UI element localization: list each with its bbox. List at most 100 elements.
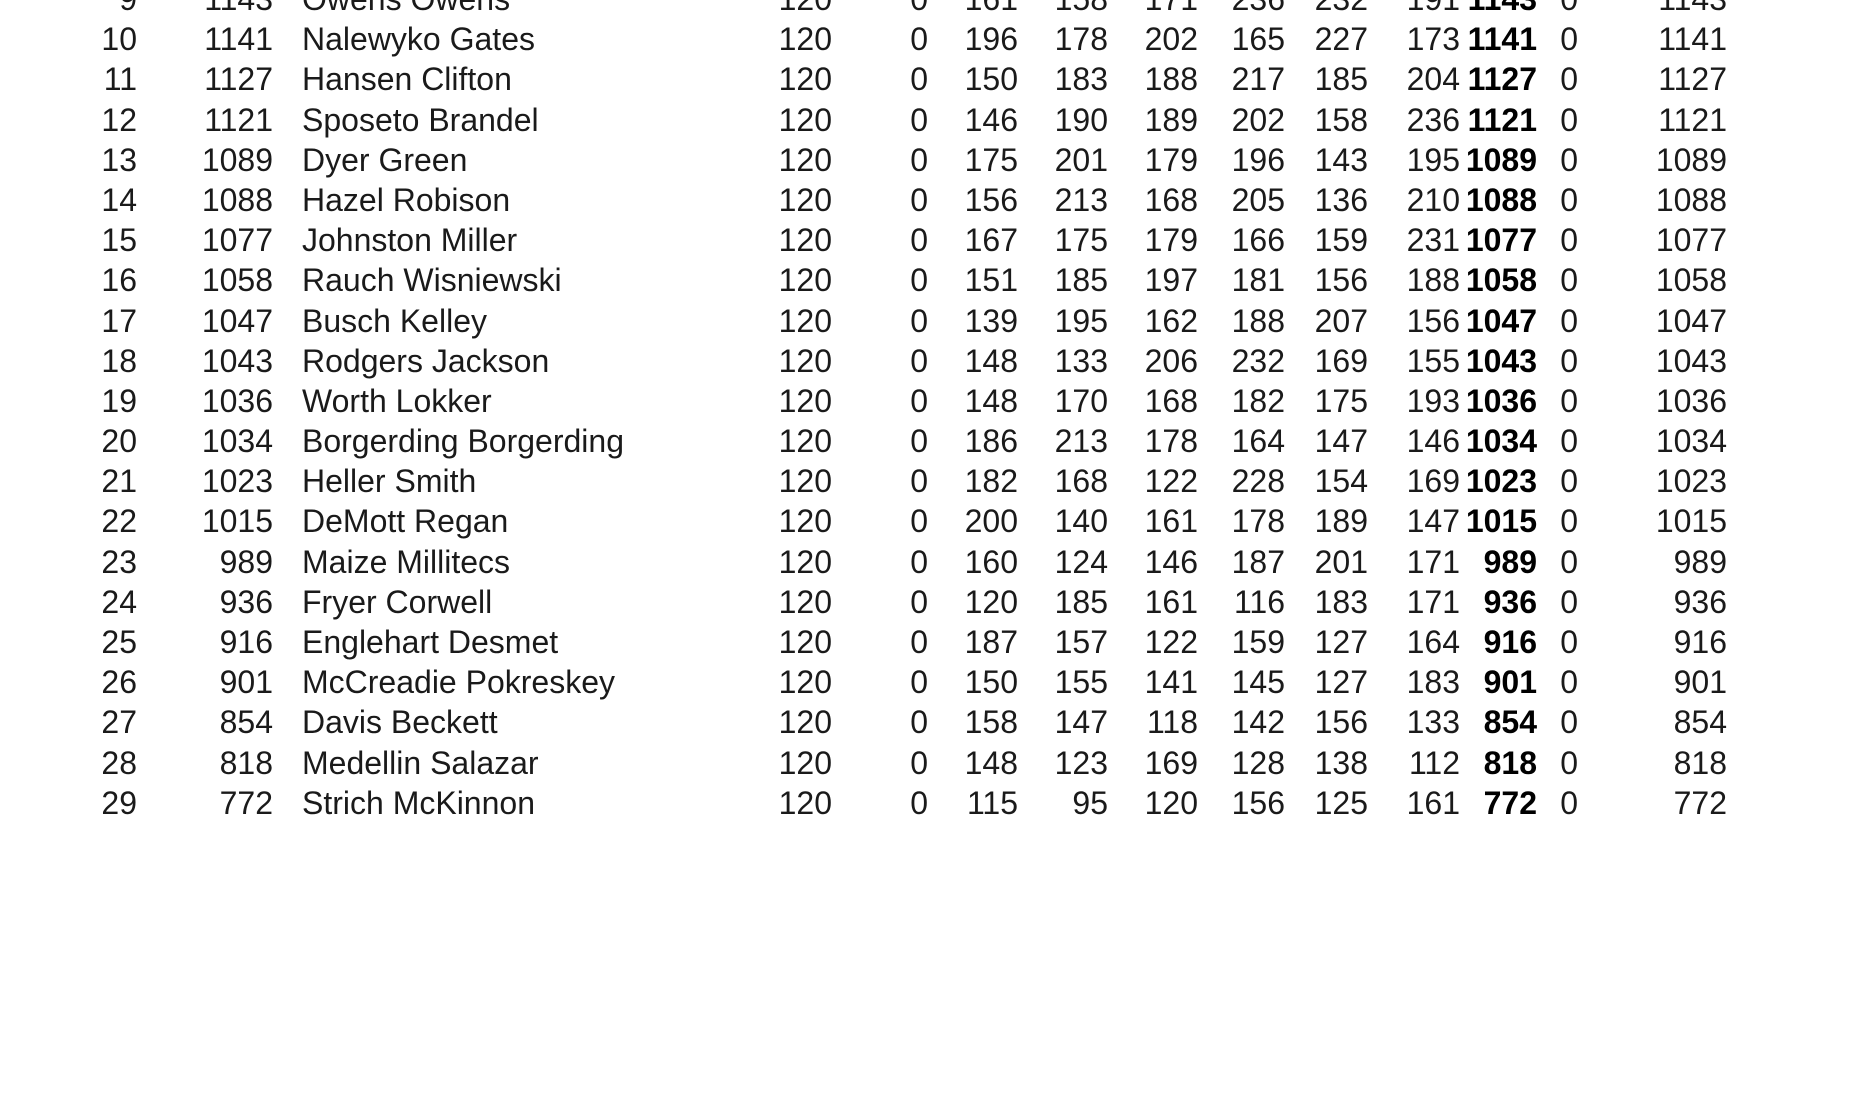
table-row: 19 1036 Worth Lokker 120 0 148 170 168 1… bbox=[0, 381, 1860, 421]
game-6-cell: 161 bbox=[1406, 784, 1460, 821]
team-name-cell: Johnston Miller bbox=[302, 222, 518, 259]
final-total-cell: 1088 bbox=[1655, 181, 1727, 218]
pins-cell: 0 bbox=[910, 583, 928, 620]
game-5-cell: 169 bbox=[1314, 342, 1368, 379]
game-6-cell: 171 bbox=[1406, 583, 1460, 620]
total-cell: 916 bbox=[1483, 624, 1537, 660]
game-6-cell: 173 bbox=[1406, 21, 1460, 58]
game-5-cell: 136 bbox=[1314, 181, 1368, 218]
handicap-cell: 120 bbox=[778, 101, 832, 138]
pins-cell: 0 bbox=[910, 463, 928, 500]
handicap-cell: 120 bbox=[778, 61, 832, 98]
game-4-cell: 232 bbox=[1231, 342, 1285, 379]
game-3-cell: 141 bbox=[1144, 664, 1198, 701]
game-4-cell: 165 bbox=[1231, 21, 1285, 58]
final-total-cell: 1143 bbox=[1658, 0, 1727, 19]
total-cell: 1015 bbox=[1465, 503, 1537, 540]
game-4-cell: 156 bbox=[1231, 784, 1285, 821]
rank-cell: 24 bbox=[101, 583, 137, 620]
bonus-cell: 0 bbox=[1560, 624, 1578, 660]
total-cell: 901 bbox=[1483, 664, 1537, 701]
game-3-cell: 161 bbox=[1144, 503, 1198, 540]
rank-cell: 28 bbox=[101, 744, 137, 781]
rank-cell: 25 bbox=[101, 624, 137, 660]
total-cell: 1036 bbox=[1465, 382, 1537, 419]
game-4-cell: 159 bbox=[1231, 624, 1285, 660]
final-total-cell: 1023 bbox=[1655, 463, 1727, 500]
pins-cell: 0 bbox=[910, 222, 928, 259]
rank-cell: 12 bbox=[101, 101, 137, 138]
team-name-cell: DeMott Regan bbox=[302, 503, 509, 540]
table-row: 22 1015 DeMott Regan 120 0 200 140 161 1… bbox=[0, 501, 1860, 541]
pins-cell: 0 bbox=[910, 141, 928, 178]
score-cell: 1127 bbox=[204, 61, 273, 98]
game-4-cell: 128 bbox=[1231, 744, 1285, 781]
total-cell: 1141 bbox=[1467, 21, 1537, 58]
game-2-cell: 201 bbox=[1054, 141, 1108, 178]
bonus-cell: 0 bbox=[1560, 503, 1578, 540]
game-3-cell: 202 bbox=[1144, 21, 1198, 58]
table-row: 28 818 Medellin Salazar 120 0 148 123 16… bbox=[0, 743, 1860, 783]
game-6-cell: 164 bbox=[1406, 624, 1460, 660]
game-2-cell: 170 bbox=[1054, 382, 1108, 419]
team-name-cell: McCreadie Pokreskey bbox=[302, 664, 615, 701]
game-5-cell: 158 bbox=[1314, 101, 1368, 138]
score-cell: 1121 bbox=[204, 101, 273, 138]
bonus-cell: 0 bbox=[1560, 21, 1578, 58]
standings-table: 9 1143 Owens Owens 120 0 161 158 171 236… bbox=[0, 0, 1860, 823]
handicap-cell: 120 bbox=[778, 664, 832, 701]
game-4-cell: 205 bbox=[1231, 181, 1285, 218]
team-name-cell: Davis Beckett bbox=[302, 704, 498, 741]
bonus-cell: 0 bbox=[1560, 222, 1578, 259]
pins-cell: 0 bbox=[910, 302, 928, 339]
rank-cell: 14 bbox=[101, 181, 137, 218]
team-name-cell: Nalewyko Gates bbox=[302, 21, 535, 58]
game-6-cell: 236 bbox=[1406, 101, 1460, 138]
table-row: 17 1047 Busch Kelley 120 0 139 195 162 1… bbox=[0, 301, 1860, 341]
handicap-cell: 120 bbox=[778, 21, 832, 58]
table-row: 16 1058 Rauch Wisniewski 120 0 151 185 1… bbox=[0, 260, 1860, 300]
table-row: 9 1143 Owens Owens 120 0 161 158 171 236… bbox=[0, 0, 1860, 19]
score-cell: 901 bbox=[219, 664, 273, 701]
team-name-cell: Heller Smith bbox=[302, 463, 477, 500]
game-4-cell: 182 bbox=[1231, 382, 1285, 419]
final-total-cell: 1036 bbox=[1655, 382, 1727, 419]
score-cell: 818 bbox=[219, 744, 273, 781]
score-cell: 1036 bbox=[201, 382, 273, 419]
game-3-cell: 171 bbox=[1145, 0, 1198, 19]
handicap-cell: 120 bbox=[778, 141, 832, 178]
rank-cell: 21 bbox=[101, 463, 137, 500]
handicap-cell: 120 bbox=[778, 784, 832, 821]
table-row: 11 1127 Hansen Clifton 120 0 150 183 188… bbox=[0, 59, 1860, 99]
game-6-cell: 193 bbox=[1406, 382, 1460, 419]
total-cell: 818 bbox=[1483, 744, 1537, 781]
game-6-cell: 133 bbox=[1406, 704, 1460, 741]
game-5-cell: 143 bbox=[1314, 141, 1368, 178]
game-5-cell: 201 bbox=[1314, 543, 1368, 580]
team-name-cell: Medellin Salazar bbox=[302, 744, 539, 781]
game-5-cell: 154 bbox=[1314, 463, 1368, 500]
game-3-cell: 122 bbox=[1144, 463, 1198, 500]
game-2-cell: 213 bbox=[1054, 423, 1108, 460]
game-1-cell: 148 bbox=[964, 342, 1018, 379]
game-1-cell: 115 bbox=[966, 784, 1018, 821]
game-3-cell: 188 bbox=[1144, 61, 1198, 98]
score-cell: 1088 bbox=[201, 181, 273, 218]
game-5-cell: 207 bbox=[1314, 302, 1368, 339]
game-6-cell: 183 bbox=[1406, 664, 1460, 701]
final-total-cell: 989 bbox=[1673, 543, 1727, 580]
handicap-cell: 120 bbox=[778, 463, 832, 500]
game-2-cell: 195 bbox=[1054, 302, 1108, 339]
game-6-cell: 155 bbox=[1406, 342, 1460, 379]
game-4-cell: 166 bbox=[1231, 222, 1285, 259]
total-cell: 1088 bbox=[1465, 181, 1537, 218]
table-row: 13 1089 Dyer Green 120 0 175 201 179 196… bbox=[0, 140, 1860, 180]
final-total-cell: 916 bbox=[1673, 624, 1727, 660]
handicap-cell: 120 bbox=[778, 342, 832, 379]
rank-cell: 18 bbox=[101, 342, 137, 379]
game-2-cell: 123 bbox=[1054, 744, 1108, 781]
table-row: 12 1121 Sposeto Brandel 120 0 146 190 18… bbox=[0, 100, 1860, 140]
game-3-cell: 122 bbox=[1144, 624, 1198, 660]
game-3-cell: 168 bbox=[1144, 382, 1198, 419]
game-2-cell: 190 bbox=[1054, 101, 1108, 138]
